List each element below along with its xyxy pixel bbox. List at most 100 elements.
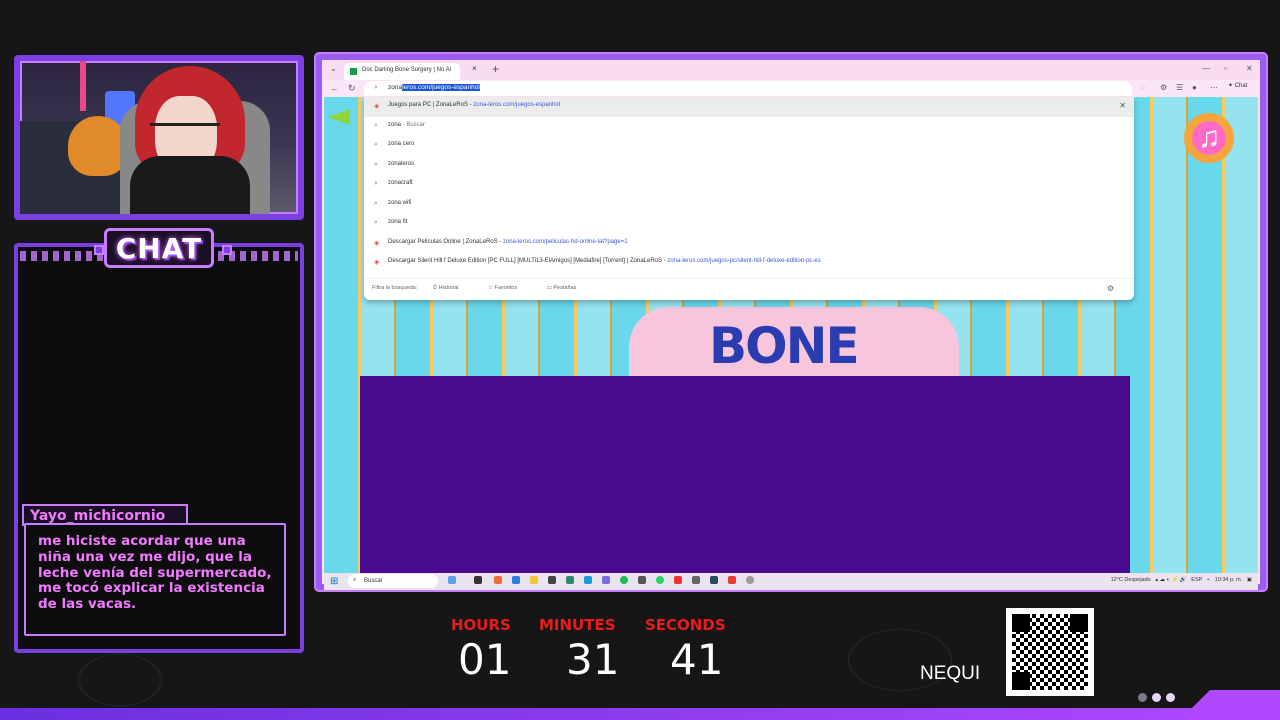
tab-close-icon[interactable]: ×	[472, 64, 477, 73]
game-logo: BONE	[629, 307, 959, 377]
seconds-value: 41	[670, 635, 724, 684]
more-icon[interactable]: ⋯	[1210, 83, 1218, 92]
decorative-dot	[1152, 693, 1161, 702]
copilot-chat-button[interactable]: ✦ Chat	[1228, 82, 1247, 89]
back-icon[interactable]: ←	[330, 83, 339, 93]
captured-screen: ⌄ Doc Darling Bone Surgery | No Ai × + —…	[316, 54, 1266, 590]
suggestion-row[interactable]: ⌕ zona cero	[364, 136, 1134, 156]
suggestion-row[interactable]: ◈ Juegos para PC | ZonaLeRoS - zona-lero…	[364, 97, 1134, 117]
taskbar-app-icon[interactable]	[448, 576, 456, 584]
taskbar-edge-icon[interactable]	[584, 576, 592, 584]
music-note-icon[interactable]: ♫	[1180, 109, 1238, 167]
taskbar-steam-icon[interactable]	[710, 576, 718, 584]
taskbar-app-icon[interactable]	[674, 576, 682, 584]
webcam-feed	[14, 55, 304, 220]
qr-code-pattern	[1012, 614, 1088, 690]
browser-address-bar: ← ↻ ⌕ zonaleros.com/juegos-espanhol ◌ ⚙ …	[322, 80, 1260, 97]
remove-suggestion-icon[interactable]: ✕	[1119, 101, 1126, 110]
webcam-led-light	[80, 61, 86, 111]
language-indicator: ESP	[1191, 577, 1203, 583]
maximize-icon[interactable]: ▫	[1224, 64, 1227, 73]
site-icon: ◈	[374, 239, 380, 247]
tab-favicon-icon	[350, 68, 357, 75]
chat-title-decoration-right	[222, 245, 232, 255]
taskbar-spotify-icon[interactable]	[620, 576, 628, 584]
filter-tabs[interactable]: ▭ Pestañas	[547, 285, 591, 291]
taskbar-app-icon[interactable]	[512, 576, 520, 584]
browser-tab[interactable]: Doc Darling Bone Surgery | No Ai	[344, 63, 460, 80]
search-icon: ⌕	[374, 180, 378, 187]
profile-icon[interactable]: ●	[1192, 83, 1197, 92]
suggestion-row[interactable]: ◈ Descargar Silent Hill f Deluxe Edition…	[364, 253, 1134, 273]
suggestion-row[interactable]: ⌕ zona fit	[364, 214, 1134, 234]
taskbar-folder-icon[interactable]	[530, 576, 538, 584]
collections-icon[interactable]: ☰	[1176, 83, 1183, 92]
taskbar-app-icon[interactable]	[494, 576, 502, 584]
extension-icon[interactable]: ◌	[1140, 83, 1145, 92]
taskbar-search-icon: ⌕	[353, 577, 357, 583]
close-window-icon[interactable]: ✕	[1246, 64, 1253, 73]
bottom-accent-bar	[0, 708, 1280, 720]
minutes-label: MINUTES	[539, 616, 616, 634]
taskbar-app-icon[interactable]	[602, 576, 610, 584]
omnibox-search-icon: ⌕	[374, 84, 378, 91]
chat-message: me hiciste acordar que una niña una vez …	[24, 523, 286, 636]
reload-icon[interactable]: ↻	[348, 83, 356, 94]
site-icon: ◈	[374, 259, 380, 266]
windows-start-icon[interactable]: ⊞	[330, 576, 338, 587]
webcam-streamer-glasses	[150, 123, 220, 141]
search-icon: ⌕	[374, 219, 378, 226]
taskbar-tray[interactable]: 12°C Despejado ▴ ☁ ◐ ⚡ 🔊 ESP ⌁ 10:34 p. …	[1111, 577, 1252, 583]
suggestion-row[interactable]: ⌕ zonaleros	[364, 156, 1134, 176]
game-logo-text: BONE	[709, 317, 860, 375]
omnibox-autocomplete-text: leros.com/juegos-espanhol	[402, 84, 480, 91]
suggestion-row[interactable]: ⌕ zona - Buscar	[364, 117, 1134, 137]
taskbar-app-icon[interactable]	[548, 576, 556, 584]
webcam-plush-toy	[68, 116, 128, 176]
browser-tab-bar: ⌄ Doc Darling Bone Surgery | No Ai × + —…	[322, 60, 1260, 80]
windows-taskbar: ⊞ ⌕ Buscar 12°C Despejado ▴ ☁ ◐ ⚡ 🔊 ESP …	[324, 573, 1258, 590]
minimize-icon[interactable]: —	[1202, 64, 1210, 73]
omnibox-input[interactable]: ⌕ zonaleros.com/juegos-espanhol	[364, 81, 1132, 96]
gear-icon[interactable]: ⚙	[1107, 284, 1114, 293]
taskbar-app-icon[interactable]	[692, 576, 700, 584]
search-icon: ⌕	[374, 121, 378, 129]
taskbar-app-icon[interactable]	[638, 576, 646, 584]
omnibox-suggestions: ◈ Juegos para PC | ZonaLeRoS - zona-lero…	[364, 97, 1134, 300]
taskbar-app-icon[interactable]	[728, 576, 736, 584]
webcam-streamer-shirt	[130, 156, 250, 214]
tab-title: Doc Darling Bone Surgery | No Ai	[362, 67, 451, 73]
taskbar-app-icon[interactable]	[746, 576, 754, 584]
qr-code	[1006, 608, 1094, 696]
decorative-dot	[1166, 693, 1175, 702]
site-icon: ◈	[374, 103, 380, 110]
chat-title-decoration-left	[94, 245, 104, 255]
clock: 10:34 p. m.	[1214, 577, 1243, 583]
search-icon: ⌕	[374, 199, 378, 207]
game-back-arrow-icon[interactable]	[328, 109, 350, 125]
suggestion-filter-bar: Filtra la búsqueda: ⏱ Historial ☆ Favori…	[364, 278, 1134, 300]
suggestion-row[interactable]: ⌕ zonacraft	[364, 175, 1134, 195]
search-icon: ⌕	[374, 160, 378, 168]
hours-value: 01	[458, 635, 512, 684]
game-loading-panel	[360, 376, 1130, 573]
minutes-value: 31	[566, 635, 620, 684]
filter-history[interactable]: ⏱ Historial	[433, 285, 473, 291]
nequi-label: NEQUI	[920, 663, 981, 684]
new-tab-icon[interactable]: +	[492, 62, 499, 76]
taskbar-whatsapp-icon[interactable]	[656, 576, 664, 584]
omnibox-typed-text: zona	[388, 84, 403, 91]
tab-list-chevron-icon[interactable]: ⌄	[330, 64, 337, 73]
taskbar-search[interactable]: ⌕ Buscar	[348, 574, 438, 588]
seconds-label: SECONDS	[645, 616, 726, 634]
taskbar-app-icon[interactable]	[474, 576, 482, 584]
filter-favorites[interactable]: ☆ Favoritos	[488, 285, 531, 291]
suggestion-row[interactable]: ◈ Descargar Películas Online | ZonaLeRoS…	[364, 234, 1134, 254]
weather-text: 12°C Despejado	[1110, 577, 1151, 583]
taskbar-app-icon[interactable]	[566, 576, 574, 584]
chat-title: CHAT	[104, 228, 214, 268]
settings-icon[interactable]: ⚙	[1160, 83, 1167, 92]
suggestion-row[interactable]: ⌕ zona wifi	[364, 195, 1134, 215]
decorative-dot	[1138, 693, 1147, 702]
search-icon: ⌕	[374, 141, 378, 148]
